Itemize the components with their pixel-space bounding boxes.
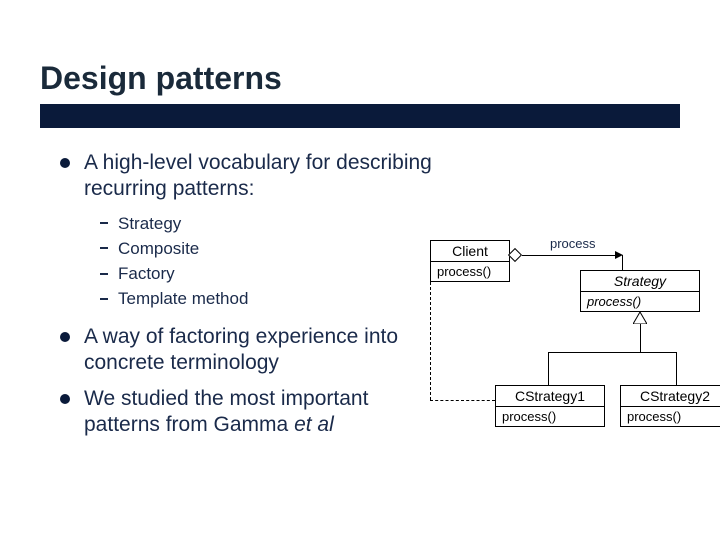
uml-strategy-box: Strategy process() <box>580 270 700 312</box>
bullet-item: We studied the most important patterns f… <box>60 386 440 439</box>
sub-text: Factory <box>118 263 175 284</box>
generalization-triangle-icon <box>633 312 647 324</box>
sub-list: Strategy Composite Factory Template meth… <box>100 213 440 310</box>
uml-class-name: Client <box>431 241 509 262</box>
bullet-text: We studied the most important patterns f… <box>84 386 440 439</box>
uml-class-name: CStrategy1 <box>496 386 604 407</box>
connector-line <box>676 352 677 385</box>
uml-class-method: process() <box>431 262 509 281</box>
bullet-text: A high-level vocabulary for describing r… <box>84 150 440 203</box>
connector-line <box>622 255 623 270</box>
sub-text: Composite <box>118 238 199 259</box>
connector-line <box>548 352 676 353</box>
dependency-line <box>430 400 495 401</box>
content-area: A high-level vocabulary for describing r… <box>60 150 440 449</box>
bullet-item: A way of factoring experience into concr… <box>60 324 440 377</box>
aggregation-diamond-icon <box>508 248 522 262</box>
uml-class-method: process() <box>621 407 720 426</box>
dependency-line <box>430 282 431 400</box>
bullet-text: A way of factoring experience into concr… <box>84 324 440 377</box>
bullet-text-italic: et al <box>294 413 334 436</box>
sub-text: Strategy <box>118 213 181 234</box>
association-label: process <box>550 236 596 251</box>
uml-cstrategy2-box: CStrategy2 process() <box>620 385 720 427</box>
uml-class-method: process() <box>496 407 604 426</box>
dash-icon <box>100 247 108 249</box>
sub-item: Strategy <box>100 213 440 234</box>
bullet-icon <box>60 158 70 168</box>
connector-line <box>522 255 617 256</box>
bullet-icon <box>60 332 70 342</box>
slide-title: Design patterns <box>40 60 282 97</box>
uml-class-name: CStrategy2 <box>621 386 720 407</box>
uml-class-method: process() <box>581 292 699 311</box>
uml-class-name: Strategy <box>581 271 699 292</box>
dash-icon <box>100 222 108 224</box>
title-underline <box>40 104 680 128</box>
sub-text: Template method <box>118 288 248 309</box>
uml-diagram: Client process() process Strategy proces… <box>430 230 710 490</box>
sub-item: Template method <box>100 288 440 309</box>
bullet-icon <box>60 394 70 404</box>
dash-icon <box>100 273 108 275</box>
uml-cstrategy1-box: CStrategy1 process() <box>495 385 605 427</box>
connector-line <box>640 324 641 352</box>
sub-item: Composite <box>100 238 440 259</box>
sub-item: Factory <box>100 263 440 284</box>
bullet-item: A high-level vocabulary for describing r… <box>60 150 440 203</box>
uml-client-box: Client process() <box>430 240 510 282</box>
dash-icon <box>100 298 108 300</box>
connector-line <box>548 352 549 385</box>
